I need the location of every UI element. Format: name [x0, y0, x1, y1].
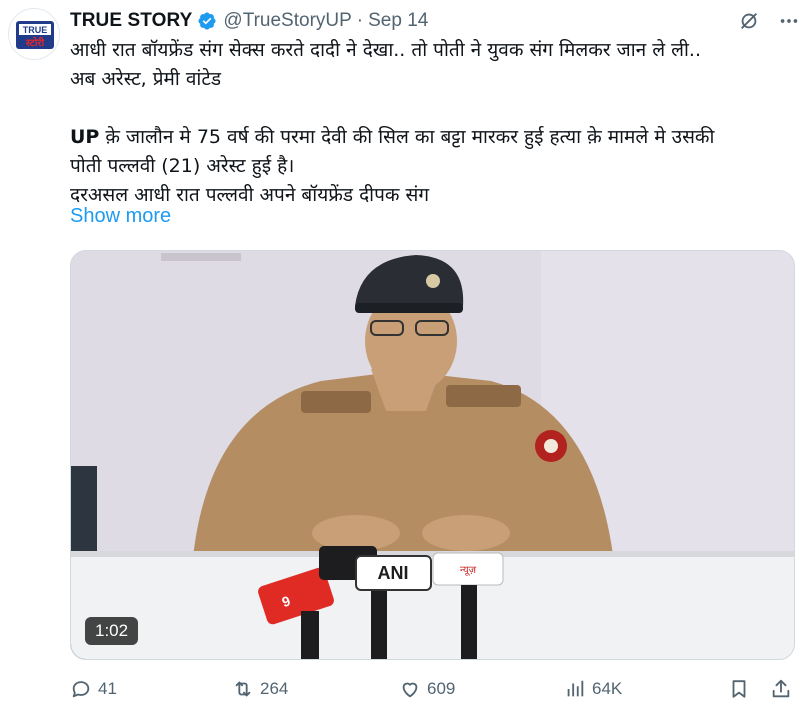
views-count: 64K — [592, 679, 623, 698]
like-icon — [399, 678, 421, 700]
text-line-1: आधी रात बॉयफ्रेंड संग सेक्स करते दादी ने… — [70, 39, 702, 61]
author-name[interactable]: TRUE STORY — [70, 10, 192, 32]
separator-dot: · — [356, 10, 364, 31]
author-handle[interactable]: @TrueStoryUP — [223, 10, 351, 32]
text-line-3: UP क़े जालौन मे 75 वर्ष की परमा देवी की … — [70, 123, 800, 152]
tweet-actions: 41 264 609 64K — [70, 678, 800, 704]
more-icon[interactable] — [778, 10, 800, 32]
video-thumbnail: 9 ANI न्यूज़ — [71, 251, 794, 659]
verified-badge-icon — [197, 11, 217, 31]
repost-count: 264 — [260, 679, 289, 698]
repost-icon — [232, 678, 254, 700]
tweet-date[interactable]: Sep 14 — [368, 10, 428, 32]
text-line-5: दरअसल आधी रात पल्लवी अपने बॉयफ्रेंड दीपक… — [70, 184, 430, 206]
tweet-header: TRUE STORY @TrueStoryUP · Sep 14 — [70, 8, 800, 34]
reply-button[interactable]: 41 — [70, 678, 117, 700]
text-line-4: पोती पल्लवी (21) अरेस्ट हुई है। — [70, 155, 295, 177]
reply-icon — [70, 678, 92, 700]
repost-button[interactable]: 264 — [232, 678, 288, 700]
bookmark-icon — [728, 678, 750, 700]
views-icon — [564, 678, 586, 700]
svg-text:TRUE: TRUE — [23, 25, 48, 35]
svg-text:स्टोरी: स्टोरी — [25, 36, 45, 49]
tweet-text: आधी रात बॉयफ्रेंड संग सेक्स करते दादी ने… — [70, 36, 800, 210]
video-duration-badge: 1:02 — [85, 617, 139, 645]
svg-text:न्यूज़: न्यूज़ — [460, 565, 477, 576]
video-player[interactable]: 9 ANI न्यूज़ 1:02 — [70, 250, 795, 660]
header-actions — [738, 8, 800, 34]
like-button[interactable]: 609 — [399, 678, 455, 700]
true-story-logo: TRUE स्टोरी — [9, 9, 59, 59]
bold-up: UP — [70, 126, 100, 148]
reply-count: 41 — [98, 679, 117, 698]
svg-text:ANI: ANI — [378, 563, 409, 583]
grok-icon[interactable] — [738, 10, 760, 32]
text-line-2: अब अरेस्ट, प्रेमी वांटेड — [70, 68, 222, 90]
share-button[interactable] — [770, 678, 792, 700]
show-more-link[interactable]: Show more — [70, 205, 171, 228]
text-line-3-rest: क़े जालौन मे 75 वर्ष की परमा देवी की सिल… — [99, 126, 715, 148]
bookmark-button[interactable] — [728, 678, 750, 700]
share-icon — [770, 678, 792, 700]
avatar[interactable]: TRUE स्टोरी — [8, 8, 60, 60]
views-button[interactable]: 64K — [564, 678, 622, 700]
like-count: 609 — [427, 679, 456, 698]
